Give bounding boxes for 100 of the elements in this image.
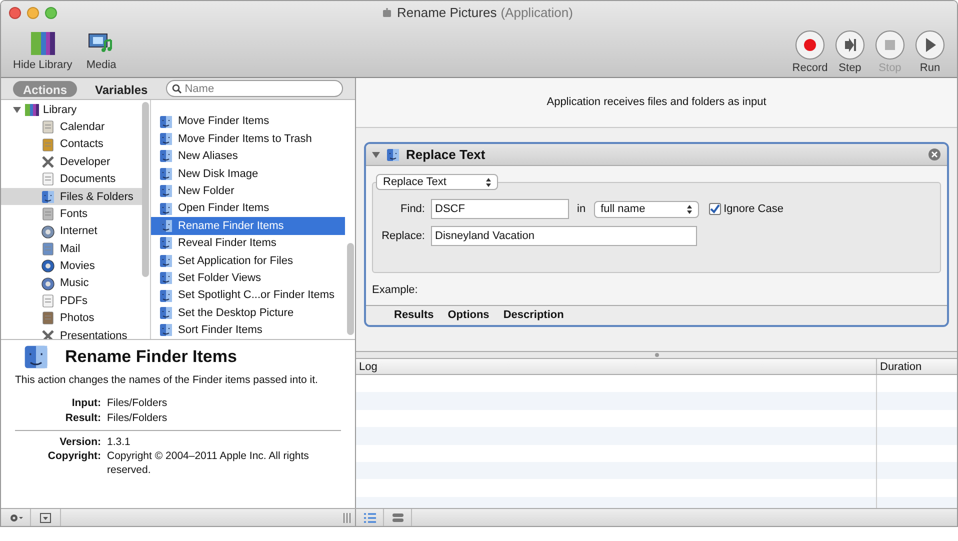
column-header[interactable]: Log xyxy=(356,359,876,374)
field-label: in xyxy=(576,202,587,217)
crossed-tools-icon xyxy=(41,154,55,169)
action-item[interactable]: Move Finder Items xyxy=(151,113,345,130)
scrollbar-thumb[interactable] xyxy=(142,102,149,277)
finder-icon xyxy=(386,148,400,162)
field-value: Copyright © 2004–2011 Apple Inc. All rights reserved. xyxy=(107,448,310,477)
find-field[interactable]: DSCF xyxy=(431,199,569,219)
category-item[interactable]: Contacts xyxy=(1,136,142,154)
library-tab[interactable]: Variables xyxy=(85,80,158,96)
search-icon xyxy=(172,84,182,94)
action-item[interactable]: New Aliases xyxy=(151,148,345,166)
mode-dropdown[interactable]: Replace Text xyxy=(376,174,498,190)
action-item[interactable]: Rename Finder Items xyxy=(151,217,345,235)
finder-icon xyxy=(159,254,173,268)
action-item[interactable]: Sort Finder Items xyxy=(151,322,345,339)
category-item[interactable]: Presentations xyxy=(1,327,142,339)
category-item[interactable]: Mail xyxy=(1,240,142,258)
action-card-title: Replace Text xyxy=(406,146,486,164)
action-item[interactable]: Set Folder Views xyxy=(151,270,345,287)
category-item[interactable]: Internet xyxy=(1,222,142,240)
close-button[interactable] xyxy=(9,7,21,19)
finder-icon xyxy=(159,149,173,164)
finder-icon xyxy=(159,132,173,146)
workflow-input-label: Application receives files and folders as input xyxy=(546,95,766,110)
action-title: Rename Finder Items xyxy=(65,346,237,368)
toolbar-button[interactable]: Hide Library xyxy=(13,29,72,74)
scope-dropdown[interactable]: full name xyxy=(594,200,699,218)
scrollbar-thumb[interactable] xyxy=(347,243,354,335)
field-label: Input: xyxy=(70,396,101,411)
action-item[interactable]: Set Spotlight C...or Finder Items xyxy=(151,286,345,304)
action-item[interactable]: New Folder xyxy=(151,182,345,200)
footer-tab[interactable]: Results xyxy=(394,306,434,324)
footer-tab[interactable]: Options xyxy=(448,306,490,324)
run-icon xyxy=(915,30,945,60)
finder-icon xyxy=(159,202,173,216)
category-item[interactable]: Files & Folders xyxy=(1,188,142,206)
disclosure-triangle-icon[interactable] xyxy=(13,106,21,114)
document-icon xyxy=(41,172,55,186)
action-item[interactable]: Move Finder Items to Trash xyxy=(151,130,345,148)
books-icon xyxy=(28,29,57,57)
replace-field[interactable]: Disneyland Vacation xyxy=(431,226,697,246)
stacked-bars-icon xyxy=(392,512,404,522)
action-item[interactable]: Open Finder Items xyxy=(151,200,345,218)
finder-icon xyxy=(159,271,173,286)
category-item[interactable]: Photos xyxy=(1,310,142,328)
crossed-tools-icon xyxy=(41,328,55,339)
finder-icon xyxy=(41,190,55,204)
toolbar-button[interactable]: Step xyxy=(835,30,865,76)
toolbar-button[interactable]: Run xyxy=(915,30,945,76)
finder-icon xyxy=(159,288,173,303)
panel-toggle-icon xyxy=(40,512,51,522)
updown-arrows-icon xyxy=(686,204,692,214)
category-item[interactable]: PDFs xyxy=(1,292,142,310)
category-item[interactable]: Documents xyxy=(1,170,142,188)
finder-icon xyxy=(159,323,173,338)
minimize-button[interactable] xyxy=(27,7,39,19)
field-label: Find: xyxy=(400,202,425,217)
category-item[interactable]: Music xyxy=(1,275,142,292)
finder-icon xyxy=(159,166,173,181)
toolbar-button[interactable]: Media xyxy=(86,29,116,74)
updown-arrows-icon xyxy=(486,178,491,186)
category-item[interactable]: Calendar xyxy=(1,118,142,136)
column-header[interactable]: Duration xyxy=(876,359,957,374)
finder-icon xyxy=(159,219,173,234)
document-icon xyxy=(41,294,55,308)
field-value: 1.3.1 xyxy=(107,434,132,449)
window-subtitle: (Application) xyxy=(500,4,573,22)
search-field[interactable]: Name xyxy=(166,80,343,97)
field-value: Files/Folders xyxy=(107,396,168,411)
action-item[interactable]: Reveal Finder Items xyxy=(151,234,345,252)
window-title: Rename Pictures xyxy=(397,4,497,22)
gear-icon xyxy=(8,512,22,522)
list-icon xyxy=(364,512,376,522)
resize-grip-icon[interactable] xyxy=(343,512,351,522)
finder-icon xyxy=(159,114,173,129)
record-icon xyxy=(795,30,825,60)
action-item[interactable]: Set Application for Files xyxy=(151,252,345,270)
category-item[interactable]: Developer xyxy=(1,153,142,171)
disclosure-triangle-icon[interactable] xyxy=(372,150,380,158)
books-icon xyxy=(24,103,40,118)
field-label: Result: xyxy=(64,410,101,426)
split-handle-icon[interactable] xyxy=(654,353,658,357)
field-label: Replace: xyxy=(380,228,425,244)
action-item[interactable]: Set the Desktop Picture xyxy=(151,304,345,322)
footer-tab[interactable]: Description xyxy=(503,306,564,324)
checkbox-label: Ignore Case xyxy=(724,202,784,217)
finder-icon xyxy=(159,306,173,320)
step-icon xyxy=(835,30,865,60)
tree-item[interactable]: Library xyxy=(1,102,142,118)
zoom-button[interactable] xyxy=(45,7,57,19)
field-label: Copyright: xyxy=(46,448,101,464)
action-item[interactable]: New Disk Image xyxy=(151,165,345,183)
action-description: This action changes the names of the Finder items passed into it. xyxy=(15,373,319,388)
category-item[interactable]: Fonts xyxy=(1,205,142,223)
checkbox[interactable] xyxy=(708,203,721,215)
category-item[interactable]: Movies xyxy=(1,258,142,276)
close-icon[interactable] xyxy=(928,148,941,161)
toolbar-button[interactable]: Record xyxy=(795,30,825,76)
finder-icon xyxy=(23,344,49,370)
